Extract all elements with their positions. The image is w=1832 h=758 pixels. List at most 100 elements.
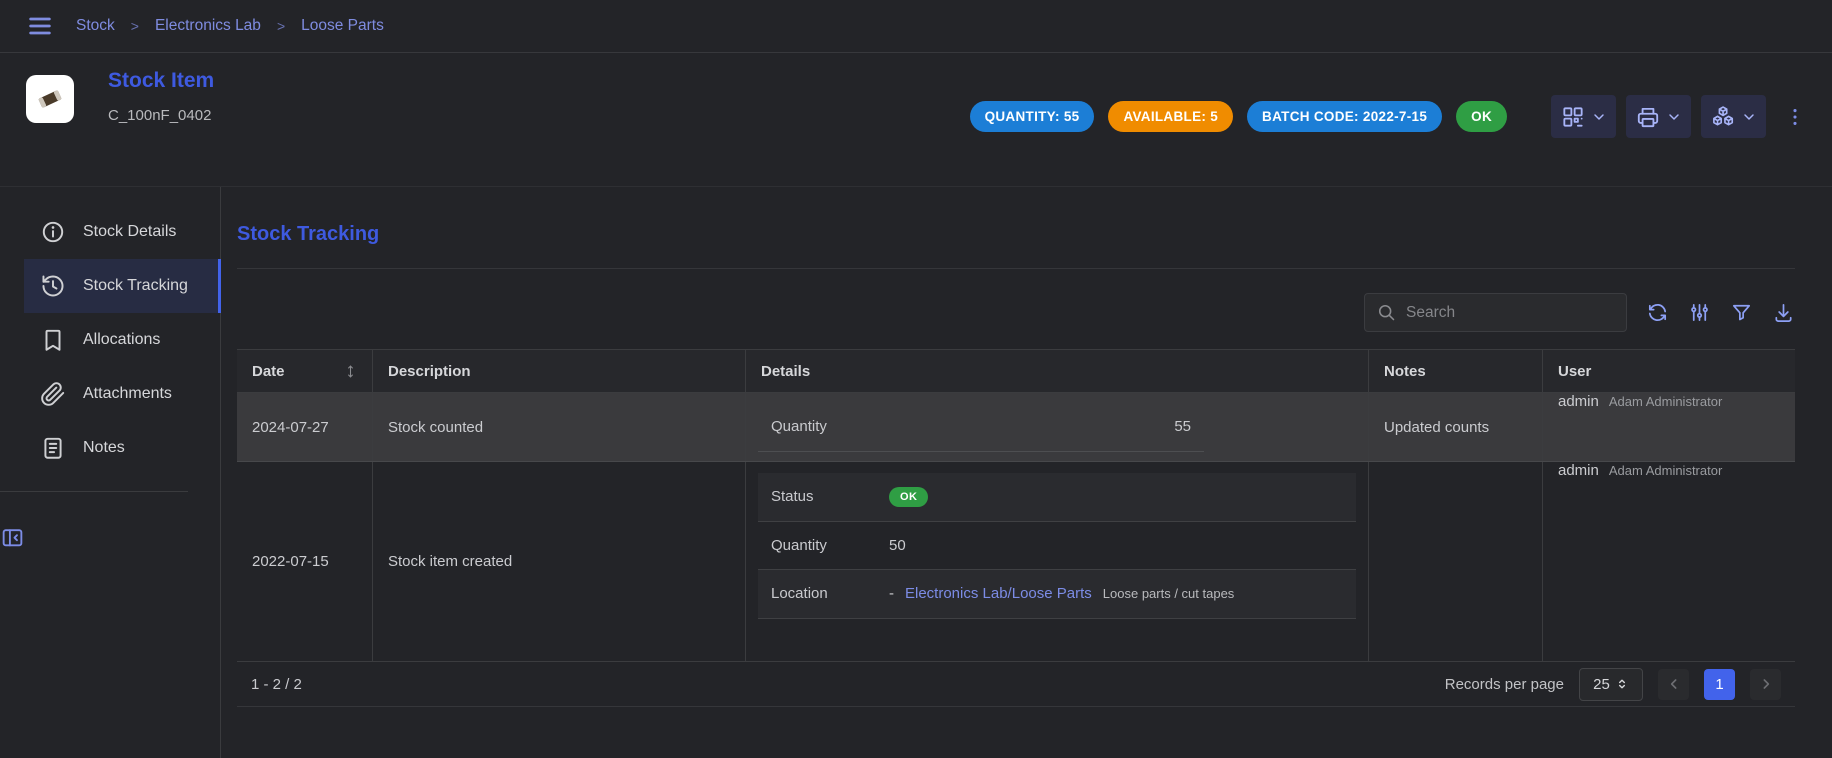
sidebar-collapse-button[interactable] <box>0 525 220 550</box>
column-header-user[interactable]: User <box>1542 350 1795 392</box>
pagination-controls: Records per page 25 1 <box>1445 668 1781 701</box>
next-page-button[interactable] <box>1750 669 1781 700</box>
quantity-badge: QUANTITY: 55 <box>970 101 1095 132</box>
more-options-button[interactable] <box>1784 106 1806 128</box>
chevron-right-icon <box>1758 676 1774 692</box>
notes-icon <box>40 435 66 461</box>
search-input[interactable] <box>1406 304 1615 322</box>
ok-badge: OK <box>889 487 928 507</box>
column-label: Date <box>252 363 285 380</box>
column-header-description[interactable]: Description <box>372 350 745 392</box>
location-prefix: - <box>889 585 894 602</box>
detail-table: Status OK Quantity 50 Location - <box>758 473 1356 619</box>
select-stepper-icon <box>1615 677 1629 691</box>
table-settings-button[interactable] <box>1688 301 1711 324</box>
download-button[interactable] <box>1772 301 1795 324</box>
sidebar-divider <box>0 491 188 492</box>
column-header-date[interactable]: Date <box>237 350 372 392</box>
username: admin <box>1558 393 1599 410</box>
page-size-select[interactable]: 25 <box>1579 668 1643 701</box>
detail-row-location: Location - Electronics Lab/Loose Parts L… <box>758 570 1356 619</box>
detail-label: Location <box>771 585 889 602</box>
page-1-button[interactable]: 1 <box>1704 669 1735 700</box>
cell-user: admin Adam Administrator <box>1542 462 1795 661</box>
table-header-row: Date Description Details Notes User <box>237 349 1795 393</box>
sidebar-item-label: Allocations <box>83 331 160 349</box>
detail-label: Status <box>771 488 889 505</box>
sidebar-item-stock-tracking[interactable]: Stock Tracking <box>24 259 220 313</box>
barcode-actions-button[interactable] <box>1551 95 1616 138</box>
sidebar-item-label: Stock Details <box>83 223 176 241</box>
detail-value: - Electronics Lab/Loose Parts Loose part… <box>889 585 1234 602</box>
sidebar-collapse-icon <box>0 525 25 550</box>
location-link[interactable]: Electronics Lab/Loose Parts <box>905 585 1092 602</box>
breadcrumb-separator: > <box>277 18 285 34</box>
record-range: 1 - 2 / 2 <box>251 676 302 693</box>
breadcrumb-separator: > <box>131 18 139 34</box>
chevron-down-icon <box>1741 109 1757 125</box>
batch-code-badge: BATCH CODE: 2022-7-15 <box>1247 101 1442 132</box>
breadcrumb: Stock > Electronics Lab > Loose Parts <box>76 17 384 35</box>
breadcrumb-bar: Stock > Electronics Lab > Loose Parts <box>0 0 1832 53</box>
chevron-down-icon <box>1666 109 1682 125</box>
stock-tracking-table: Date Description Details Notes User 2024… <box>237 349 1795 707</box>
sidebar-item-stock-details[interactable]: Stock Details <box>24 205 220 259</box>
column-header-details[interactable]: Details <box>745 350 1368 392</box>
main-panel: Stock Tracking <box>221 187 1832 758</box>
cell-description: Stock counted <box>372 393 745 461</box>
stock-cubes-icon <box>1710 104 1736 130</box>
chevron-down-icon <box>1591 109 1607 125</box>
previous-page-button[interactable] <box>1658 669 1689 700</box>
breadcrumb-loose-parts[interactable]: Loose Parts <box>301 17 384 35</box>
table-row[interactable]: 2024-07-27 Stock counted Quantity 55 Upd… <box>237 393 1795 462</box>
cell-notes: Updated counts <box>1368 393 1542 461</box>
capacitor-image <box>33 82 67 116</box>
bookmark-icon <box>40 327 66 353</box>
column-label: User <box>1558 363 1591 380</box>
detail-label: Quantity <box>771 418 889 435</box>
sidebar: Stock Details Stock Tracking Allocations… <box>0 187 221 758</box>
cell-user: admin Adam Administrator <box>1542 393 1795 461</box>
section-title: Stock Tracking <box>237 223 1795 246</box>
cell-notes <box>1368 462 1542 661</box>
cell-description: Stock item created <box>372 462 745 661</box>
paperclip-icon <box>40 381 66 407</box>
sidebar-item-allocations[interactable]: Allocations <box>24 313 220 367</box>
column-label: Details <box>761 363 810 380</box>
user-fullname: Adam Administrator <box>1609 463 1722 478</box>
header-actions <box>1551 95 1806 138</box>
cell-date: 2022-07-15 <box>237 462 372 661</box>
detail-label: Quantity <box>771 537 889 554</box>
sidebar-item-attachments[interactable]: Attachments <box>24 367 220 421</box>
detail-value: 50 <box>889 537 906 554</box>
column-header-notes[interactable]: Notes <box>1368 350 1542 392</box>
chevron-left-icon <box>1666 676 1682 692</box>
table-footer: 1 - 2 / 2 Records per page 25 1 <box>237 662 1795 707</box>
cell-details: Quantity 55 <box>745 393 1368 461</box>
breadcrumb-electronics-lab[interactable]: Electronics Lab <box>155 17 261 35</box>
sidebar-item-label: Stock Tracking <box>83 277 188 295</box>
cell-date: 2024-07-27 <box>237 393 372 461</box>
refresh-button[interactable] <box>1646 301 1669 324</box>
qrcode-icon <box>1560 104 1586 130</box>
sort-icon <box>344 363 357 380</box>
part-thumbnail[interactable] <box>26 75 74 123</box>
filter-button[interactable] <box>1730 301 1753 324</box>
user-fullname: Adam Administrator <box>1609 394 1722 409</box>
printer-icon <box>1635 104 1661 130</box>
info-circle-icon <box>40 219 66 245</box>
stock-actions-button[interactable] <box>1701 95 1766 138</box>
records-per-page-label: Records per page <box>1445 676 1564 693</box>
table-row[interactable]: 2022-07-15 Stock item created Status OK … <box>237 462 1795 662</box>
print-actions-button[interactable] <box>1626 95 1691 138</box>
sidebar-item-notes[interactable]: Notes <box>24 421 220 475</box>
section-divider <box>237 268 1795 269</box>
detail-row-status: Status OK <box>758 473 1356 522</box>
breadcrumb-stock[interactable]: Stock <box>76 17 115 35</box>
search-icon <box>1376 302 1397 323</box>
stock-item-page: Stock > Electronics Lab > Loose Parts St… <box>0 0 1832 758</box>
location-description: Loose parts / cut tapes <box>1103 586 1235 601</box>
detail-row-quantity: Quantity 55 <box>758 402 1204 452</box>
search-box <box>1364 293 1627 332</box>
hamburger-menu-icon[interactable] <box>26 12 54 40</box>
